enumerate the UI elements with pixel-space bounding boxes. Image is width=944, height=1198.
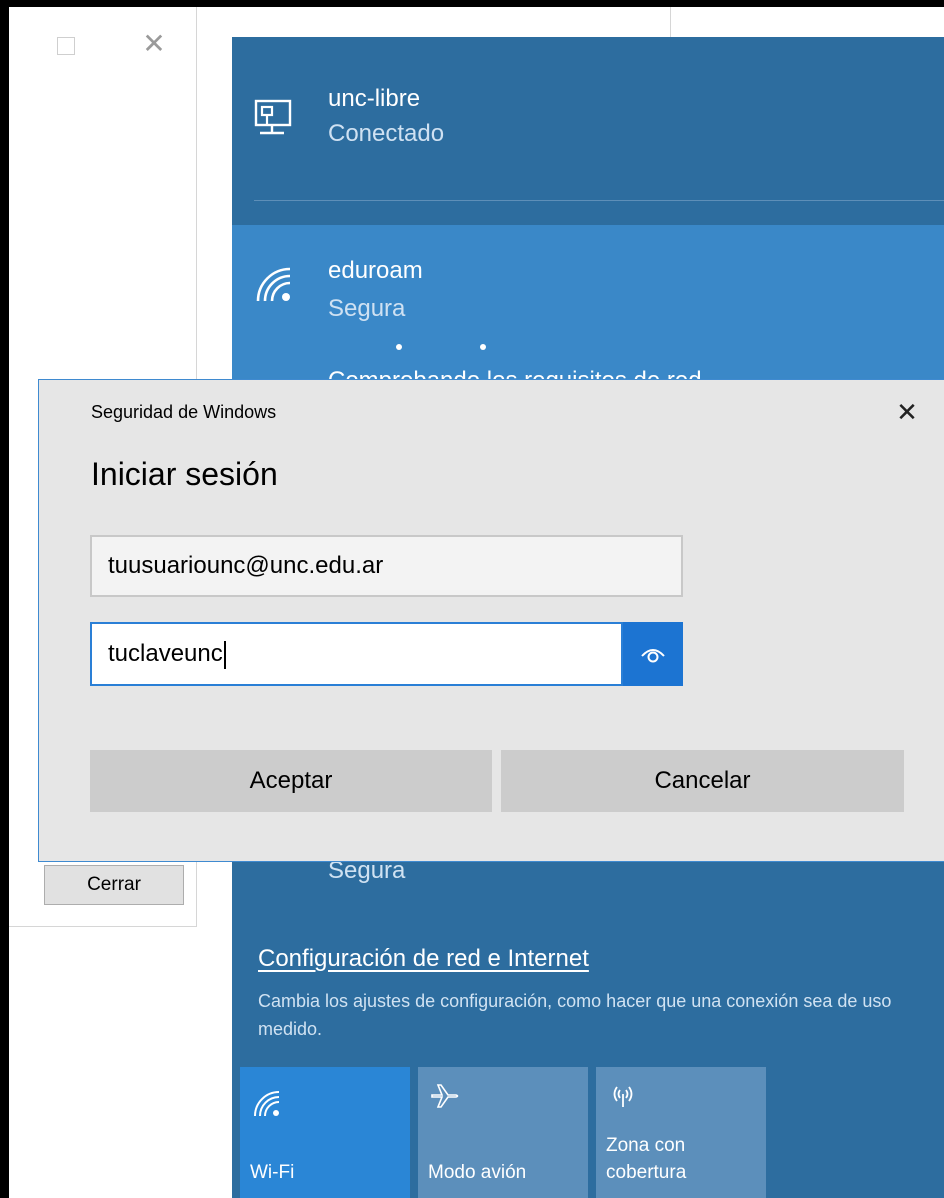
network-name: eduroam xyxy=(328,257,423,284)
network-settings-link[interactable]: Configuración de red e Internet xyxy=(258,945,589,973)
divider xyxy=(254,200,944,201)
close-icon[interactable]: ✕ xyxy=(139,29,169,59)
tile-airplane-mode[interactable]: Modo avión xyxy=(418,1067,588,1198)
tile-mobile-hotspot[interactable]: Zona con cobertura xyxy=(596,1067,766,1198)
maximize-icon[interactable] xyxy=(57,37,75,55)
close-button[interactable]: Cerrar xyxy=(44,865,184,905)
tile-label: Wi-Fi xyxy=(250,1162,295,1183)
windows-security-dialog: Seguridad de Windows ✕ Iniciar sesión tu… xyxy=(38,379,944,862)
wifi-icon xyxy=(256,267,291,302)
tile-label: Zona con cobertura xyxy=(606,1135,687,1183)
username-input[interactable]: tuusuariounc@unc.edu.ar xyxy=(90,535,683,597)
network-settings-description: Cambia los ajustes de configuración, com… xyxy=(258,991,892,1039)
accept-button[interactable]: Aceptar xyxy=(90,750,492,812)
eye-icon xyxy=(641,649,665,663)
dialog-heading: Iniciar sesión xyxy=(91,456,278,492)
password-input[interactable]: tuclaveunc xyxy=(90,622,623,686)
network-item-unc-libre[interactable]: unc-libre Conectado xyxy=(232,37,944,187)
password-value: tuclaveunc xyxy=(108,640,223,667)
network-name: unc-libre xyxy=(328,85,421,112)
tile-wifi[interactable]: Wi-Fi xyxy=(240,1067,410,1198)
screen-border-left xyxy=(0,0,9,1198)
screen-border-top xyxy=(0,0,944,7)
dialog-close-icon[interactable]: ✕ xyxy=(889,394,925,430)
ethernet-icon xyxy=(254,99,292,135)
progress-dots xyxy=(396,344,496,354)
dialog-window-title: Seguridad de Windows xyxy=(91,402,277,422)
reveal-password-button[interactable] xyxy=(623,622,683,686)
wifi-icon xyxy=(254,1091,280,1117)
network-status: Conectado xyxy=(328,120,445,147)
hotspot-icon xyxy=(613,1086,633,1107)
network-status: Segura xyxy=(328,295,406,322)
tile-label: Modo avión xyxy=(428,1162,527,1183)
text-caret xyxy=(223,640,226,669)
airplane-icon xyxy=(431,1084,459,1108)
cancel-button[interactable]: Cancelar xyxy=(501,750,904,812)
